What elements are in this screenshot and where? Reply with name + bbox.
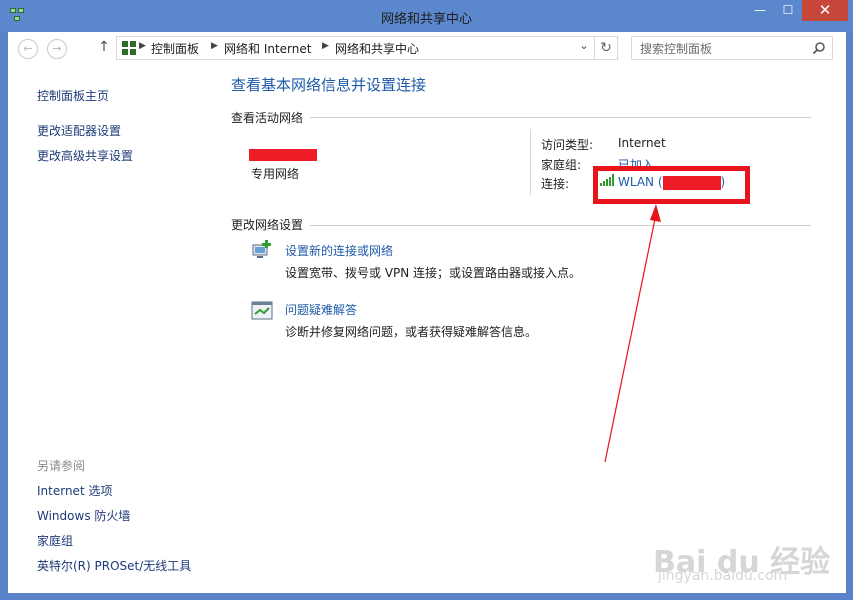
network-type: 专用网络 (251, 167, 300, 181)
close-button[interactable]: ✕ (802, 0, 848, 21)
control-panel-icon (122, 41, 136, 55)
annotation-highlight-box (593, 166, 750, 204)
breadcrumb-network-internet[interactable]: 网络和 Internet (224, 40, 311, 57)
task-troubleshoot-desc: 诊断并修复网络问题，或者获得疑难解答信息。 (285, 325, 538, 339)
title-bar: 网络和共享中心 — ☐ ✕ (0, 0, 853, 32)
task-troubleshoot-link[interactable]: 问题疑难解答 (285, 301, 357, 318)
address-dropdown-button[interactable]: ⌄ (577, 39, 591, 57)
search-icon[interactable] (812, 41, 826, 55)
maximize-button[interactable]: ☐ (774, 0, 802, 21)
page-title: 查看基本网络信息并设置连接 (231, 76, 427, 94)
change-settings-heading: 更改网络设置 (231, 218, 304, 232)
annotation-arrow (604, 204, 661, 463)
homegroup-label: 家庭组: (541, 158, 582, 172)
breadcrumb-separator: ▶ (139, 41, 146, 51)
see-also-homegroup[interactable]: 家庭组 (37, 532, 73, 549)
access-type-label: 访问类型: (541, 138, 594, 152)
refresh-button[interactable]: ↻ (594, 36, 618, 60)
sidebar-item-advanced-sharing[interactable]: 更改高级共享设置 (37, 147, 133, 164)
sidebar-item-change-adapter[interactable]: 更改适配器设置 (37, 122, 121, 139)
search-input[interactable]: 搜索控制面板 (640, 40, 712, 57)
back-button[interactable]: ← (18, 39, 38, 59)
section-divider (310, 225, 811, 226)
see-also-heading: 另请参阅 (37, 459, 86, 473)
window-client: ← → ↑ ▶ 控制面板 ▶ 网络和 Internet ▶ 网络和共享中心 ⌄ … (8, 32, 846, 593)
search-box[interactable]: 搜索控制面板 (631, 36, 833, 60)
forward-button[interactable]: → (47, 39, 67, 59)
connections-label: 连接: (541, 177, 570, 191)
active-networks-heading: 查看活动网络 (231, 111, 304, 125)
section-divider (310, 117, 811, 118)
vertical-divider (530, 129, 531, 195)
sidebar-item-control-panel-home[interactable]: 控制面板主页 (37, 87, 109, 104)
breadcrumb-separator: ▶ (322, 41, 329, 51)
breadcrumb-separator: ▶ (211, 41, 218, 51)
see-also-windows-firewall[interactable]: Windows 防火墙 (37, 507, 130, 524)
breadcrumb-network-sharing[interactable]: 网络和共享中心 (335, 40, 419, 57)
up-button[interactable]: ↑ (96, 39, 112, 57)
minimize-button[interactable]: — (746, 0, 774, 21)
address-bar[interactable]: ▶ 控制面板 ▶ 网络和 Internet ▶ 网络和共享中心 ⌄ (116, 36, 595, 60)
network-name-redacted (249, 149, 317, 161)
see-also-internet-options[interactable]: Internet 选项 (37, 482, 112, 499)
baidu-watermark-url: jingyan.baidu.com (658, 568, 788, 584)
see-also-intel-proset[interactable]: 英特尔(R) PROSet/无线工具 (37, 557, 191, 574)
breadcrumb-control-panel[interactable]: 控制面板 (151, 40, 199, 57)
troubleshoot-icon (251, 301, 273, 320)
window-title: 网络和共享中心 (380, 12, 472, 27)
navigation-bar: ← → ↑ ▶ 控制面板 ▶ 网络和 Internet ▶ 网络和共享中心 ⌄ … (8, 32, 846, 66)
new-connection-icon (252, 240, 271, 258)
task-new-connection-link[interactable]: 设置新的连接或网络 (285, 242, 393, 259)
access-type-value: Internet (618, 136, 666, 150)
task-new-connection-desc: 设置宽带、拨号或 VPN 连接；或设置路由器或接入点。 (285, 266, 582, 280)
